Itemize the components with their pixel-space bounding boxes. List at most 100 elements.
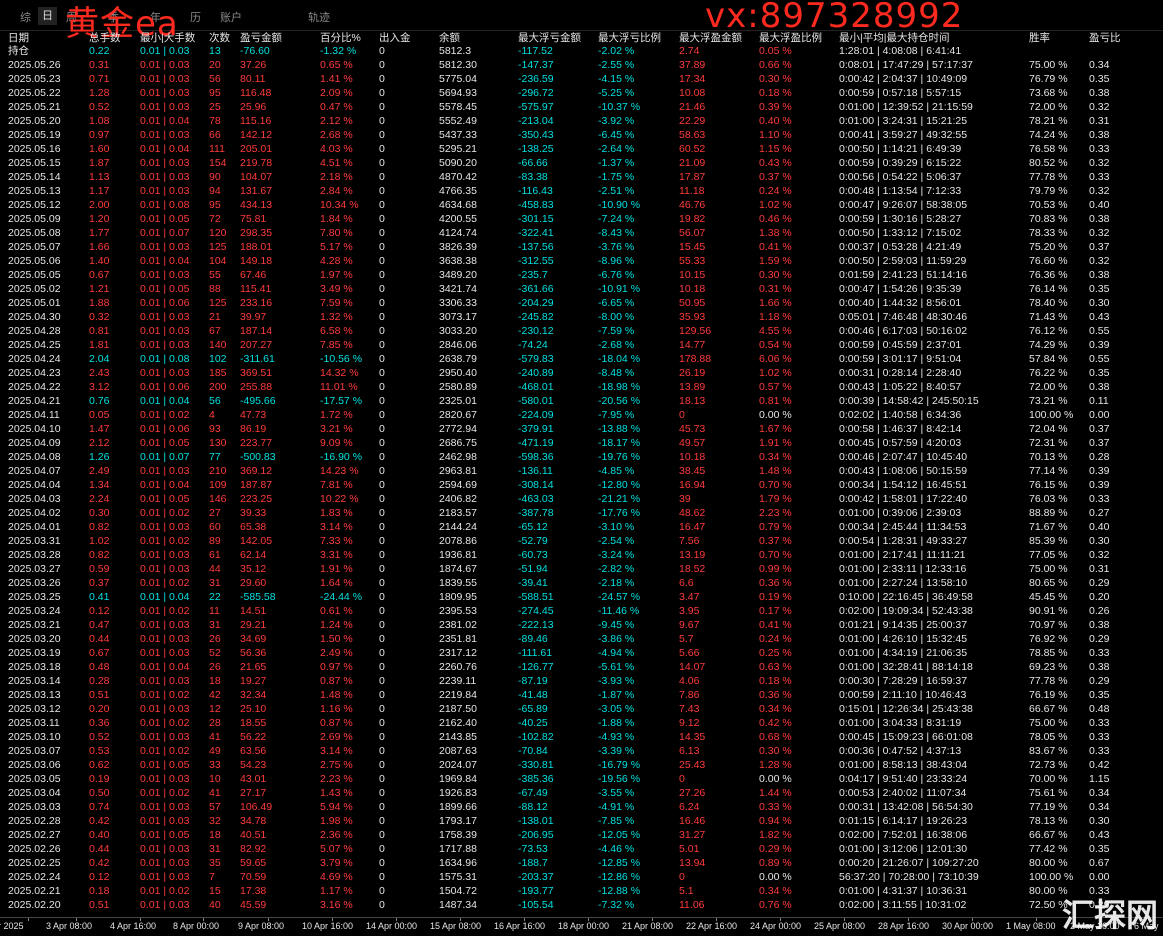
- table-row[interactable]: 2025.02.24 0.12 0.01 | 0.03 7 70.59 4.69 % 0 15…: [0, 870, 1163, 884]
- table-row[interactable]: 2025.05.23 0.71 0.01 | 0.03 56 80.11 1.41 % 0 5…: [0, 72, 1163, 86]
- table-row[interactable]: 2025.02.26 0.44 0.01 | 0.03 31 82.92 5.07 % 0 1…: [0, 842, 1163, 856]
- table-row[interactable]: 2025.05.07 1.66 0.01 | 0.03 125 188.01 5.17 %…: [0, 240, 1163, 254]
- col-maxlosspct[interactable]: 最大浮亏比例: [598, 30, 661, 45]
- table-row[interactable]: 2025.05.20 1.08 0.01 | 0.04 78 115.16 2.12 % 0…: [0, 114, 1163, 128]
- cell-pnl: 25.10: [240, 703, 267, 715]
- table-row[interactable]: 2025.05.19 0.97 0.01 | 0.03 66 142.12 2.68 % 0…: [0, 128, 1163, 142]
- cell-ratio: 0.38: [1089, 269, 1110, 281]
- table-row[interactable]: 2025.04.08 1.26 0.01 | 0.07 77 -500.83 -16.90…: [0, 450, 1163, 464]
- cell-maxgainpct: 1.59 %: [759, 255, 792, 267]
- col-pnl[interactable]: 盈亏金额: [240, 30, 282, 45]
- table-row[interactable]: 2025.04.02 0.30 0.01 | 0.02 27 39.33 1.83 % 0 2…: [0, 506, 1163, 520]
- table-row[interactable]: 2025.05.05 0.67 0.01 | 0.03 55 67.46 1.97 % 0 3…: [0, 268, 1163, 282]
- table-row[interactable]: 2025.02.20 0.51 0.01 | 0.03 40 45.59 3.16 % 0 1…: [0, 898, 1163, 912]
- table-row[interactable]: 2025.03.04 0.50 0.01 | 0.02 41 27.17 1.43 % 0 1…: [0, 786, 1163, 800]
- table-row[interactable]: 2025.04.01 0.82 0.01 | 0.03 60 65.38 3.14 % 0 2…: [0, 520, 1163, 534]
- col-count[interactable]: 次数: [209, 30, 230, 45]
- tab-trajectory[interactable]: 轨迹: [308, 9, 330, 25]
- tab-overview[interactable]: 综: [20, 9, 31, 25]
- table-row[interactable]: 2025.02.28 0.42 0.01 | 0.03 32 34.78 1.98 % 0 1…: [0, 814, 1163, 828]
- table-row-holding[interactable]: 持仓 0.22 0.01 | 0.03 13 -76.60 -1.32 % 0 …: [0, 44, 1163, 58]
- table-row[interactable]: 2025.05.08 1.77 0.01 | 0.07 120 298.35 7.80 %…: [0, 226, 1163, 240]
- table-row[interactable]: 2025.04.11 0.05 0.01 | 0.02 4 47.73 1.72 % 0 28…: [0, 408, 1163, 422]
- col-maxgain[interactable]: 最大浮盈金额: [679, 30, 742, 45]
- cell-maxlosspct: -12.85 %: [598, 857, 641, 869]
- cell-holdtime: 0:00:31 | 0:28:14 | 2:28:40: [839, 367, 962, 379]
- table-row[interactable]: 2025.04.30 0.32 0.01 | 0.03 21 39.97 1.32 % 0 3…: [0, 310, 1163, 324]
- cell-lots: 1.60: [89, 143, 110, 155]
- table-row[interactable]: 2025.03.06 0.62 0.01 | 0.05 33 54.23 2.75 % 0 2…: [0, 758, 1163, 772]
- table-row[interactable]: 2025.03.26 0.37 0.01 | 0.02 31 29.60 1.64 % 0 1…: [0, 576, 1163, 590]
- table-row[interactable]: 2025.04.23 2.43 0.01 | 0.03 185 369.51 14.32 …: [0, 366, 1163, 380]
- table-row[interactable]: 2025.05.26 0.31 0.01 | 0.03 20 37.26 0.65 % 0 5…: [0, 58, 1163, 72]
- table-row[interactable]: 2025.04.03 2.24 0.01 | 0.05 146 223.25 10.22 …: [0, 492, 1163, 506]
- time-axis[interactable]: r 2025 3 Apr 08:00 4 Apr 16:00 8 Apr 00:00 9…: [0, 917, 1163, 934]
- col-holdtime[interactable]: 最小|平均|最大持仓时间: [839, 30, 949, 45]
- table-row[interactable]: 2025.03.19 0.67 0.01 | 0.03 52 56.36 2.49 % 0 2…: [0, 646, 1163, 660]
- cell-flow: 0: [379, 157, 385, 169]
- table-row[interactable]: 2025.03.07 0.53 0.01 | 0.02 49 63.56 3.14 % 0 2…: [0, 744, 1163, 758]
- table-row[interactable]: 2025.05.01 1.88 0.01 | 0.06 125 233.16 7.59 %…: [0, 296, 1163, 310]
- table-row[interactable]: 2025.03.05 0.19 0.01 | 0.03 10 43.01 2.23 % 0 1…: [0, 772, 1163, 786]
- table-row[interactable]: 2025.05.13 1.17 0.01 | 0.03 94 131.67 2.84 % 0…: [0, 184, 1163, 198]
- table-row[interactable]: 2025.05.12 2.00 0.01 | 0.08 95 434.13 10.34 %…: [0, 198, 1163, 212]
- table-row[interactable]: 2025.02.27 0.40 0.01 | 0.05 18 40.51 2.36 % 0 1…: [0, 828, 1163, 842]
- tab-history[interactable]: 历: [190, 9, 201, 25]
- col-flow[interactable]: 出入金: [379, 30, 411, 45]
- table-row[interactable]: 2025.05.16 1.60 0.01 | 0.04 111 205.01 4.03 %…: [0, 142, 1163, 156]
- table-row[interactable]: 2025.03.24 0.12 0.01 | 0.02 11 14.51 0.61 % 0 2…: [0, 604, 1163, 618]
- col-maxloss[interactable]: 最大浮亏金额: [518, 30, 581, 45]
- tab-day[interactable]: 日: [38, 7, 57, 25]
- table-row[interactable]: 2025.04.25 1.81 0.01 | 0.03 140 207.27 7.85 %…: [0, 338, 1163, 352]
- cell-maxgain: 22.29: [679, 115, 706, 127]
- table-row[interactable]: 2025.03.18 0.48 0.01 | 0.04 26 21.65 0.97 % 0 2…: [0, 660, 1163, 674]
- table-row[interactable]: 2025.04.24 2.04 0.01 | 0.08 102 -311.61 -10.5…: [0, 352, 1163, 366]
- table-row[interactable]: 2025.03.14 0.28 0.01 | 0.03 18 19.27 0.87 % 0 2…: [0, 674, 1163, 688]
- table-row[interactable]: 2025.04.10 1.47 0.01 | 0.06 93 86.19 3.21 % 0 2…: [0, 422, 1163, 436]
- table-row[interactable]: 2025.04.28 0.81 0.01 | 0.03 67 187.14 6.58 % 0…: [0, 324, 1163, 338]
- table-row[interactable]: 2025.04.07 2.49 0.01 | 0.03 210 369.12 14.23 …: [0, 464, 1163, 478]
- table-row[interactable]: 2025.03.11 0.36 0.01 | 0.02 28 18.55 0.87 % 0 2…: [0, 716, 1163, 730]
- table-row[interactable]: 2025.04.09 2.12 0.01 | 0.05 130 223.77 9.09 %…: [0, 436, 1163, 450]
- table-row[interactable]: 2025.03.25 0.41 0.01 | 0.04 22 -585.58 -24.44…: [0, 590, 1163, 604]
- table-row[interactable]: 2025.05.14 1.13 0.01 | 0.03 90 104.07 2.18 % 0…: [0, 170, 1163, 184]
- table-row[interactable]: 2025.05.02 1.21 0.01 | 0.05 88 115.41 3.49 % 0…: [0, 282, 1163, 296]
- table-row[interactable]: 2025.05.22 1.28 0.01 | 0.03 95 116.48 2.09 % 0…: [0, 86, 1163, 100]
- col-date[interactable]: 日期: [8, 30, 29, 45]
- table-row[interactable]: 2025.02.21 0.18 0.01 | 0.02 15 17.38 1.17 % 0 1…: [0, 884, 1163, 898]
- cell-maxgain: 13.19: [679, 549, 706, 561]
- cell-date: 2025.04.25: [8, 339, 61, 351]
- cell-maxgain: 14.77: [679, 339, 706, 351]
- tab-account[interactable]: 账户: [220, 9, 242, 25]
- col-maxgainpct[interactable]: 最大浮盈比例: [759, 30, 822, 45]
- table-row[interactable]: 2025.04.21 0.76 0.01 | 0.04 56 -495.66 -17.57…: [0, 394, 1163, 408]
- cell-count: 120: [209, 227, 227, 239]
- table-row[interactable]: 2025.05.09 1.20 0.01 | 0.05 72 75.81 1.84 % 0 4…: [0, 212, 1163, 226]
- col-ratio[interactable]: 盈亏比: [1089, 30, 1121, 45]
- col-winrate[interactable]: 胜率: [1029, 30, 1050, 45]
- table-row[interactable]: 2025.05.21 0.52 0.01 | 0.03 25 25.96 0.47 % 0 5…: [0, 100, 1163, 114]
- time-axis-label: 21 Apr 08:00: [622, 921, 674, 931]
- table-row[interactable]: 2025.03.28 0.82 0.01 | 0.03 61 62.14 3.31 % 0 1…: [0, 548, 1163, 562]
- table-row[interactable]: 2025.04.22 3.12 0.01 | 0.06 200 255.88 11.01 …: [0, 380, 1163, 394]
- cell-lots: 0.81: [89, 325, 110, 337]
- col-lots[interactable]: 总手数: [89, 30, 121, 45]
- table-row[interactable]: 2025.03.21 0.47 0.01 | 0.03 31 29.21 1.24 % 0 2…: [0, 618, 1163, 632]
- cell-flow: 0: [379, 339, 385, 351]
- col-pct[interactable]: 百分比%: [320, 30, 361, 45]
- table-row[interactable]: 2025.03.13 0.51 0.01 | 0.02 42 32.34 1.48 % 0 2…: [0, 688, 1163, 702]
- table-row[interactable]: 2025.03.10 0.52 0.01 | 0.03 41 56.22 2.69 % 0 2…: [0, 730, 1163, 744]
- table-row[interactable]: 2025.03.31 1.02 0.01 | 0.02 89 142.05 7.33 % 0…: [0, 534, 1163, 548]
- cell-minmax: 0.01 | 0.03: [140, 325, 190, 337]
- table-row[interactable]: 2025.05.15 1.87 0.01 | 0.03 154 219.78 4.51 %…: [0, 156, 1163, 170]
- col-minmax[interactable]: 最小|大手数: [140, 30, 195, 45]
- cell-pct: 6.58 %: [320, 325, 353, 337]
- table-row[interactable]: 2025.02.25 0.42 0.01 | 0.03 35 59.65 3.79 % 0 1…: [0, 856, 1163, 870]
- table-row[interactable]: 2025.03.20 0.44 0.01 | 0.03 26 34.69 1.50 % 0 2…: [0, 632, 1163, 646]
- table-row[interactable]: 2025.04.04 1.34 0.01 | 0.04 109 187.87 7.81 %…: [0, 478, 1163, 492]
- table-row[interactable]: 2025.03.03 0.74 0.01 | 0.03 57 106.49 5.94 % 0…: [0, 800, 1163, 814]
- col-balance[interactable]: 余额: [439, 30, 460, 45]
- table-row[interactable]: 2025.05.06 1.40 0.01 | 0.04 104 149.18 4.28 %…: [0, 254, 1163, 268]
- table-row[interactable]: 2025.03.27 0.59 0.01 | 0.03 44 35.12 1.91 % 0 1…: [0, 562, 1163, 576]
- table-row[interactable]: 2025.03.12 0.20 0.01 | 0.03 12 25.10 1.16 % 0 2…: [0, 702, 1163, 716]
